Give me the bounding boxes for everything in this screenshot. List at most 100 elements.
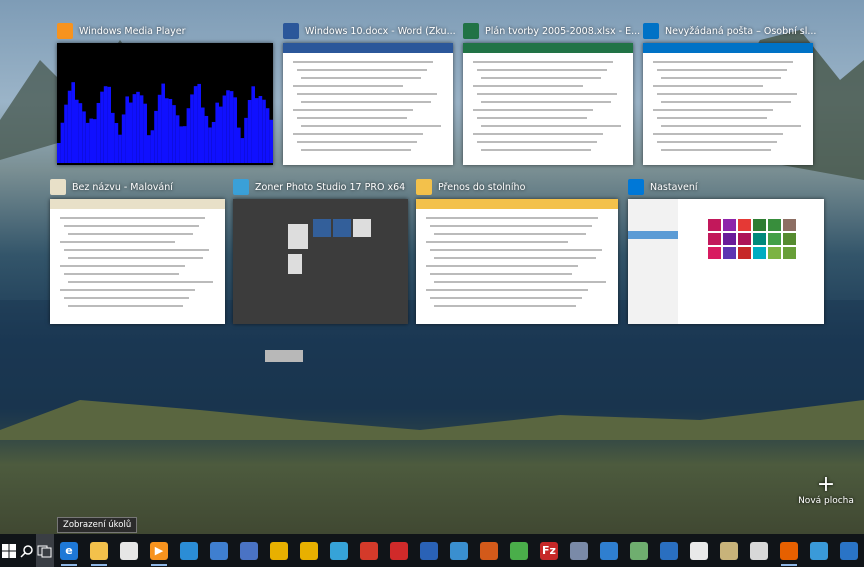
globe-icon[interactable] <box>204 534 234 567</box>
yellow-app-icon[interactable] <box>264 534 294 567</box>
window-title: Bez názvu - Malování <box>72 181 173 193</box>
red-oval-icon[interactable] <box>384 534 414 567</box>
orange-app-icon[interactable] <box>474 534 504 567</box>
edge-icon-glyph: e <box>60 541 78 560</box>
window-title-bar[interactable]: Nastavení <box>628 176 698 198</box>
green-circle-icon-glyph <box>510 541 528 560</box>
excel-icon <box>463 23 479 39</box>
arrow-icon-glyph <box>840 541 858 560</box>
window-thumbnail[interactable] <box>628 199 824 324</box>
tool-icon-glyph <box>600 541 618 560</box>
green-circle-icon[interactable] <box>504 534 534 567</box>
window-thumbnail[interactable] <box>416 199 618 324</box>
window-thumbnail[interactable] <box>283 43 453 165</box>
word-icon <box>283 23 299 39</box>
edge-icon[interactable]: e <box>54 534 84 567</box>
media-player-icon <box>57 23 73 39</box>
window-title-bar[interactable]: Přenos do stolního <box>416 176 525 198</box>
filezilla-icon-glyph: Fz <box>540 541 558 560</box>
window-thumbnail[interactable] <box>233 199 408 324</box>
book-icon-glyph <box>660 541 678 560</box>
media-player-icon[interactable]: ▶ <box>144 534 174 567</box>
new-desktop-label: Nová plocha <box>798 496 854 506</box>
explorer-icon-glyph <box>90 541 108 560</box>
cube-icon-glyph <box>570 541 588 560</box>
window-title-bar[interactable]: Plán tvorby 2005-2008.xlsx - E... <box>463 20 640 42</box>
tool-icon[interactable] <box>594 534 624 567</box>
firefox-icon[interactable] <box>774 534 804 567</box>
diamond-icon-glyph <box>450 541 468 560</box>
window-title-bar[interactable]: Nevyžádaná pošta – Osobní sl... <box>643 20 816 42</box>
window-title: Zoner Photo Studio 17 PRO x64 <box>255 181 406 193</box>
puzzle-icon-glyph <box>330 541 348 560</box>
notepad-icon[interactable] <box>684 534 714 567</box>
feather-icon-glyph <box>630 541 648 560</box>
task-view-window[interactable]: Nevyžádaná pošta – Osobní sl... <box>643 20 816 165</box>
blue-app-icon[interactable] <box>414 534 444 567</box>
filezilla-icon[interactable]: Fz <box>534 534 564 567</box>
blue-app-icon-glyph <box>420 541 438 560</box>
media-player-icon-glyph: ▶ <box>150 541 168 560</box>
window-title-bar[interactable]: Windows 10.docx - Word (Zku... <box>283 20 456 42</box>
window-thumbnail[interactable] <box>57 43 273 165</box>
photo-icon[interactable] <box>744 534 774 567</box>
new-desktop-button[interactable]: + Nová plocha <box>796 472 856 507</box>
window-thumbnail[interactable] <box>643 43 813 165</box>
taskbar: e ▶ Fz <box>0 534 864 567</box>
red-app-icon[interactable] <box>354 534 384 567</box>
window-title: Windows 10.docx - Word (Zku... <box>305 25 456 37</box>
task-view-window[interactable]: Bez názvu - Malování <box>50 176 225 324</box>
yellow-app2-icon-glyph <box>300 541 318 560</box>
save-icon-glyph <box>240 541 258 560</box>
yellow-app2-icon[interactable] <box>294 534 324 567</box>
windows-start-icon[interactable] <box>0 534 18 567</box>
search-icon[interactable] <box>18 534 36 567</box>
puzzle-icon[interactable] <box>324 534 354 567</box>
arrow-icon[interactable] <box>834 534 864 567</box>
globe-icon-glyph <box>210 541 228 560</box>
window-thumbnail[interactable] <box>463 43 633 165</box>
window-title-bar[interactable]: Zoner Photo Studio 17 PRO x64 <box>233 176 405 198</box>
firefox-icon-glyph <box>780 541 798 560</box>
window-thumbnail[interactable] <box>50 199 225 324</box>
paint-icon <box>50 179 66 195</box>
red-app-icon-glyph <box>360 541 378 560</box>
notepad-icon-glyph <box>690 541 708 560</box>
task-view-icon[interactable] <box>36 534 54 567</box>
diamond-icon[interactable] <box>444 534 474 567</box>
library-icon-glyph <box>720 541 738 560</box>
store-icon[interactable] <box>114 534 144 567</box>
window-title: Přenos do stolního <box>438 181 526 193</box>
red-oval-icon-glyph <box>390 541 408 560</box>
window-title: Nevyžádaná pošta – Osobní sl... <box>665 25 817 37</box>
orange-app-icon-glyph <box>480 541 498 560</box>
task-view-window[interactable]: Přenos do stolního <box>416 176 618 324</box>
outlook-icon <box>643 23 659 39</box>
task-view-window[interactable]: Windows 10.docx - Word (Zku... <box>283 20 456 165</box>
task-view-window[interactable]: Plán tvorby 2005-2008.xlsx - E... <box>463 20 640 165</box>
window-title-bar[interactable]: Windows Media Player <box>57 20 186 42</box>
image-editor-icon-glyph <box>180 541 198 560</box>
task-view-window[interactable]: Zoner Photo Studio 17 PRO x64 <box>233 176 408 324</box>
image-editor-icon[interactable] <box>174 534 204 567</box>
task-view-window[interactable]: Windows Media Player <box>57 20 273 165</box>
window-title: Plán tvorby 2005-2008.xlsx - E... <box>485 25 641 37</box>
book-icon[interactable] <box>654 534 684 567</box>
store-icon-glyph <box>120 541 138 560</box>
window-title: Windows Media Player <box>79 25 186 37</box>
shield-icon-glyph <box>810 541 828 560</box>
cube-icon[interactable] <box>564 534 594 567</box>
window-title-bar[interactable]: Bez názvu - Malování <box>50 176 173 198</box>
save-icon[interactable] <box>234 534 264 567</box>
zoner-icon <box>233 179 249 195</box>
task-view-window[interactable]: Nastavení <box>628 176 824 324</box>
explorer-icon[interactable] <box>84 534 114 567</box>
shield-icon[interactable] <box>804 534 834 567</box>
yellow-app-icon-glyph <box>270 541 288 560</box>
window-title: Nastavení <box>650 181 698 193</box>
settings-icon <box>628 179 644 195</box>
plus-icon: + <box>816 472 836 497</box>
photo-icon-glyph <box>750 541 768 560</box>
library-icon[interactable] <box>714 534 744 567</box>
feather-icon[interactable] <box>624 534 654 567</box>
